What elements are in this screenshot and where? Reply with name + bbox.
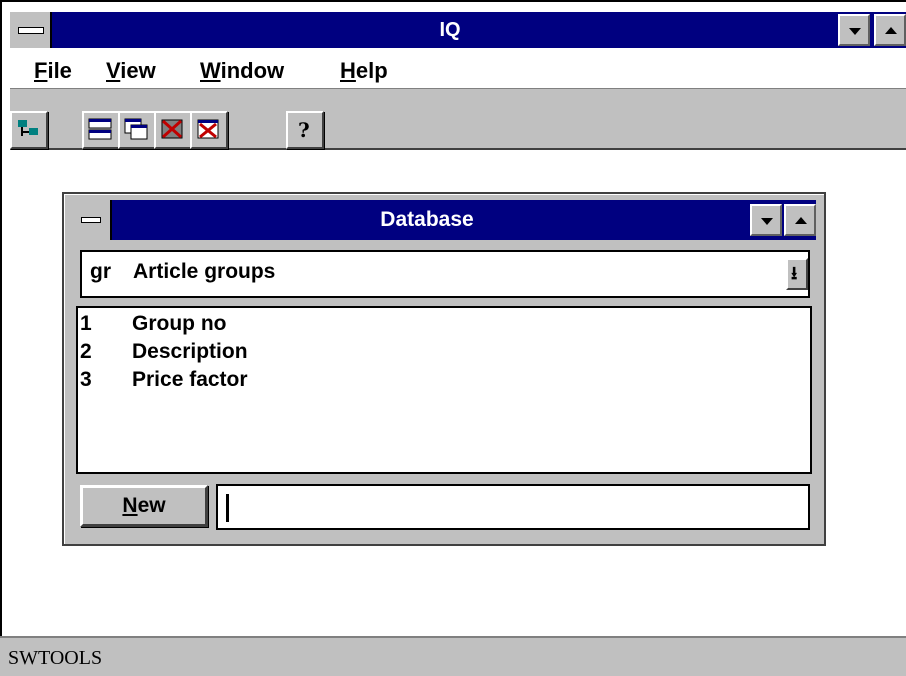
help-icon: ? [298, 118, 310, 142]
minimize-icon [849, 28, 861, 35]
list-item[interactable]: 3 Price factor [80, 368, 248, 392]
help-button[interactable]: ? [286, 111, 324, 149]
new-field-input[interactable] [216, 484, 810, 530]
cascade-icon [124, 118, 148, 140]
delete-icon [161, 119, 183, 139]
svg-text:?: ? [298, 118, 310, 142]
menu-help[interactable]: Help [340, 58, 388, 84]
menu-file[interactable]: File [34, 58, 72, 84]
table-code: gr [90, 260, 111, 283]
status-bar [0, 636, 906, 676]
table-name: Article groups [133, 260, 276, 283]
database-title: Database [380, 208, 474, 231]
database-minimize-button[interactable] [750, 204, 782, 236]
tile-button[interactable] [82, 111, 120, 149]
maximize-icon [795, 217, 807, 224]
menu-view[interactable]: View [106, 58, 156, 84]
app-title: IQ [439, 19, 461, 41]
tile-icon [88, 118, 112, 140]
list-item[interactable]: 2 Description [80, 340, 248, 364]
database-system-menu-button[interactable] [72, 200, 112, 240]
network-button[interactable] [10, 111, 48, 149]
network-icon [18, 120, 38, 136]
status-text: SWTOOLS [8, 647, 103, 669]
table-select-dropdown-button[interactable]: ⭳ [786, 258, 808, 290]
menu-bar: File View Window Help [10, 50, 906, 88]
menu-window[interactable]: Window [200, 58, 284, 84]
system-menu-button[interactable] [10, 12, 52, 48]
new-button[interactable]: New [80, 485, 208, 527]
toolbar: ? [10, 88, 906, 150]
maximize-button[interactable] [874, 14, 906, 46]
cascade-button[interactable] [118, 111, 156, 149]
text-cursor [226, 494, 229, 522]
database-maximize-button[interactable] [784, 204, 816, 236]
maximize-icon [885, 27, 897, 34]
list-item[interactable]: 1 Group no [80, 312, 226, 336]
close-icon [197, 119, 219, 139]
minimize-icon [761, 218, 773, 225]
delete-button[interactable] [154, 111, 192, 149]
system-menu-icon [81, 217, 101, 223]
minimize-button[interactable] [838, 14, 870, 46]
chevron-down-icon: ⭳ [791, 263, 798, 283]
system-menu-icon [18, 27, 44, 34]
table-select-value: gr Article groups [90, 260, 275, 284]
close-button[interactable] [190, 111, 228, 149]
